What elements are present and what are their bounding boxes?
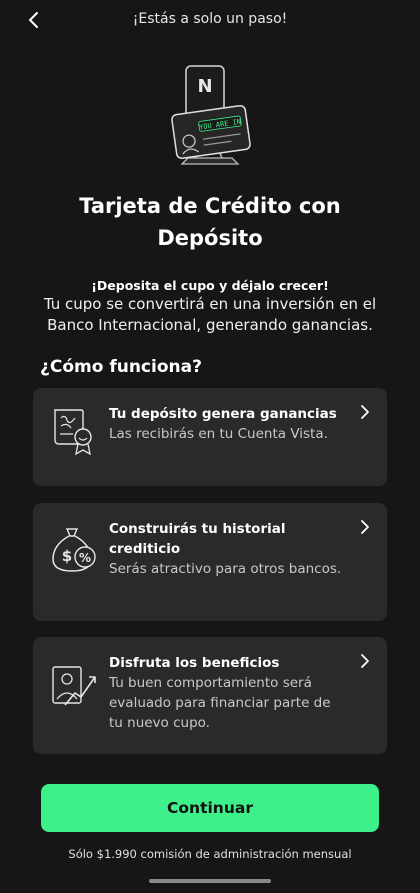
subtitle: Tu cupo se convertirá en una inversión e…	[43, 295, 377, 334]
card-description: Serás atractivo para otros bancos.	[109, 561, 342, 577]
home-indicator[interactable]	[149, 879, 271, 883]
hero-illustration: N YOU ARE IN	[160, 60, 260, 172]
growth-chart-icon	[52, 666, 96, 706]
section-title: ¿Cómo funciona?	[40, 357, 202, 377]
phone-card-illustration-icon: N YOU ARE IN	[171, 65, 251, 165]
card-description: Las recibirás en tu Cuenta Vista.	[109, 426, 328, 442]
chevron-right-icon	[361, 405, 369, 419]
card-title: Construirás tu historial crediticio	[109, 521, 286, 557]
certificate-icon	[54, 409, 92, 456]
page-title: Tarjeta de Crédito con Depósito	[79, 194, 341, 250]
money-bag-icon: $ %	[52, 528, 96, 572]
chevron-right-icon	[361, 520, 369, 534]
card-title: Disfruta los beneficios	[109, 655, 280, 671]
svg-text:$: $	[62, 547, 72, 565]
feature-card-earnings[interactable]: Tu depósito genera ganancias Las recibir…	[33, 388, 387, 486]
header: ¡Estás a solo un paso!	[0, 0, 420, 40]
card-title: Tu depósito genera ganancias	[109, 406, 337, 422]
feature-card-benefits[interactable]: Disfruta los beneficios Tu buen comporta…	[33, 637, 387, 754]
svg-text:%: %	[79, 551, 91, 565]
continue-button[interactable]: Continuar	[41, 784, 379, 832]
header-title: ¡Estás a solo un paso!	[132, 11, 288, 27]
chevron-right-icon	[361, 654, 369, 668]
subtitle-highlight: ¡Deposita el cupo y déjalo crecer!	[91, 278, 329, 293]
fee-footnote: Sólo $1.990 comisión de administración m…	[68, 847, 352, 861]
brand-letter: N	[197, 76, 212, 97]
card-description: Tu buen comportamiento será evaluado par…	[109, 675, 331, 731]
feature-card-credit-history[interactable]: $ % Construirás tu historial crediticio …	[33, 503, 387, 621]
